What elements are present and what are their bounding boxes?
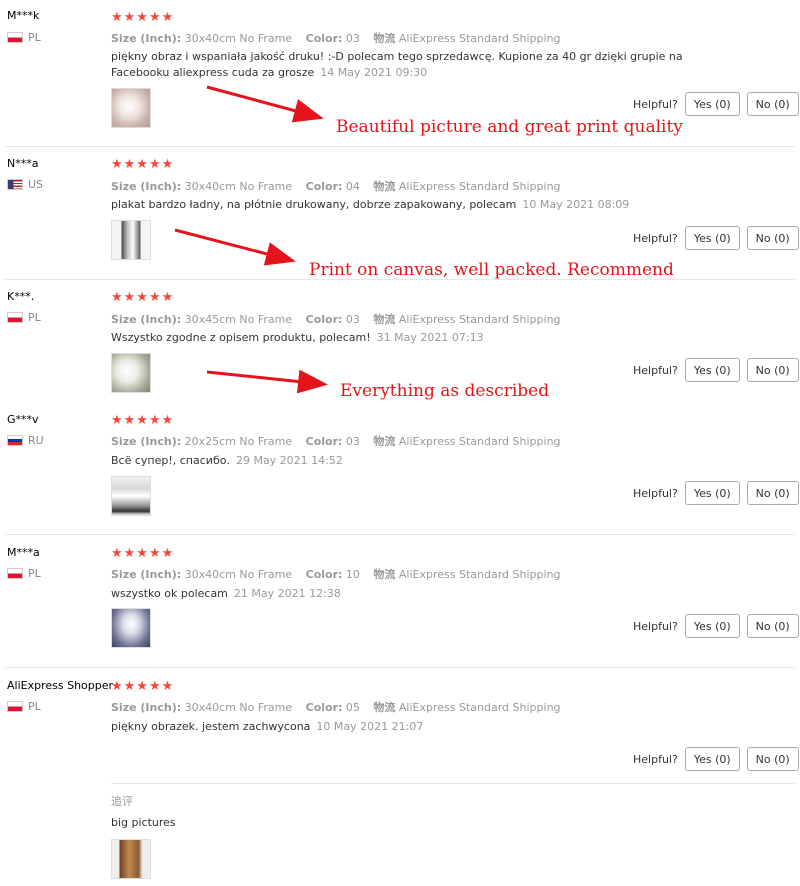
- translation-annotation: Everything as described: [340, 381, 550, 401]
- annotation-arrow: [206, 85, 324, 123]
- annotation-arrow: [174, 228, 296, 266]
- translation-annotation: Beautiful picture and great print qualit…: [336, 117, 683, 137]
- annotation-arrow: [206, 369, 328, 394]
- translation-annotation: Print on canvas, well packed. Recommend: [309, 260, 674, 280]
